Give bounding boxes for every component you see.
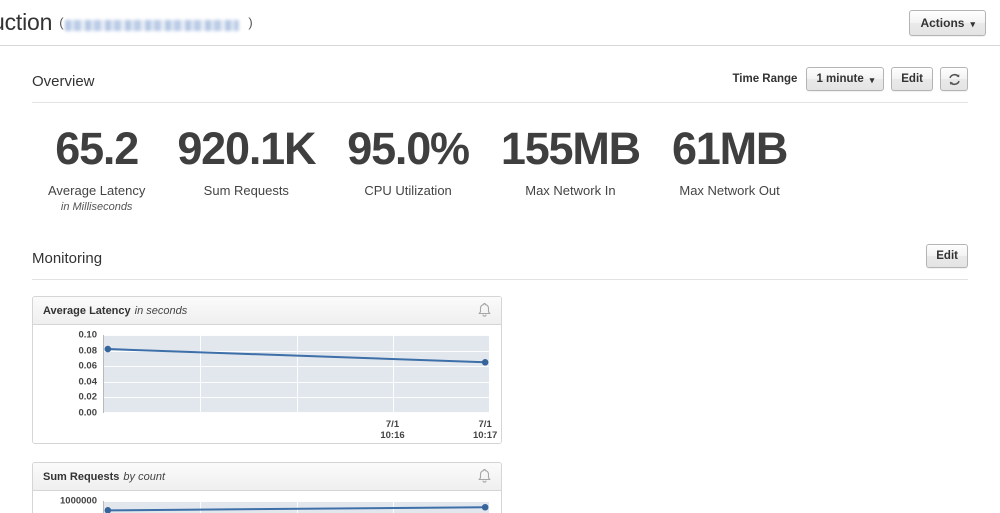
monitoring-edit-button[interactable]: Edit — [926, 244, 968, 268]
chart-header: Average Latency in seconds — [33, 297, 501, 325]
overview-edit-button[interactable]: Edit — [891, 67, 933, 91]
actions-button[interactable]: Actions ▾ — [909, 10, 986, 36]
overview-edit-label: Edit — [901, 73, 923, 85]
x-axis-tick-time: 10:16 — [380, 430, 405, 441]
y-axis-tick-label: 0.00 — [78, 407, 98, 419]
metric-value: 920.1K — [177, 123, 316, 174]
x-axis-tick-date: 7/1 — [478, 419, 492, 430]
actions-button-label: Actions — [920, 16, 965, 30]
y-axis-labels: 0.00 0.02 0.04 0.06 0.08 0.10 — [43, 330, 101, 419]
time-range-label: Time Range — [732, 73, 798, 85]
page-title: uction () — [0, 9, 253, 36]
plot-canvas — [103, 335, 489, 413]
x-axis-labels: 7/1 10:16 7/1 10:17 — [103, 419, 497, 443]
chart-title: Average Latency — [43, 304, 131, 317]
plot-area: 025000050000075000010000007/110:167/110:… — [43, 496, 491, 513]
monitoring-edit-label: Edit — [936, 250, 958, 262]
monitoring-title: Monitoring — [32, 249, 103, 267]
metric-label: Average Latency — [48, 183, 146, 198]
overview-section-header: Overview Time Range 1 minute ▾ Edit — [32, 60, 968, 103]
page-title-paren-open: ( — [59, 15, 64, 30]
metric-label: Sum Requests — [203, 183, 289, 198]
y-axis-tick-label: 0.06 — [78, 360, 98, 372]
page-title-paren-close: ) — [248, 15, 253, 30]
series-points — [104, 503, 489, 513]
metric-value: 65.2 — [55, 123, 139, 174]
chart-body: 025000050000075000010000007/110:167/110:… — [33, 491, 501, 513]
overview-title: Overview — [32, 72, 95, 90]
metric-sublabel: in Milliseconds — [60, 201, 133, 213]
redacted-endpoint-link[interactable] — [65, 20, 240, 31]
refresh-icon — [948, 73, 960, 85]
page-title-text: uction — [0, 9, 53, 35]
refresh-button[interactable] — [940, 67, 968, 91]
metric-max-network-out: 61MB Max Network Out — [656, 125, 803, 201]
metric-label: Max Network In — [525, 183, 616, 198]
x-axis-tick-date: 7/1 — [385, 419, 400, 430]
y-axis-tick-label: 0.10 — [78, 329, 98, 341]
y-axis-labels: 02500005000007500001000000 — [43, 496, 101, 513]
x-axis-tick-label: 7/1 10:17 — [473, 419, 497, 441]
monitoring-chart-grid: Average Latency in seconds 0.00 0.02 0.04 0.0… — [32, 280, 968, 513]
chart-card-average-latency: Average Latency in seconds 0.00 0.02 0.04 0.0… — [32, 296, 502, 444]
chart-body: 0.00 0.02 0.04 0.06 0.08 0.10 7/1 10:16 7/1 10:17 — [33, 325, 501, 443]
metric-average-latency: 65.2 Average Latency in Milliseconds — [32, 123, 161, 214]
y-axis-tick-label: 1000000 — [60, 495, 97, 507]
bell-icon[interactable] — [477, 468, 492, 485]
overview-toolbar: Time Range 1 minute ▾ Edit — [732, 67, 968, 91]
chart-unit: in seconds — [134, 304, 188, 317]
chart-card-sum-requests: Sum Requestsby count 02500005000007500001… — [32, 462, 502, 513]
chevron-down-icon: ▾ — [970, 18, 975, 29]
metric-sum-requests: 920.1K Sum Requests — [161, 125, 331, 201]
y-axis-tick-label: 0.08 — [78, 345, 98, 357]
series-points — [104, 345, 489, 366]
bell-icon[interactable] — [477, 302, 492, 319]
plot-area: 0.00 0.02 0.04 0.06 0.08 0.10 7/1 10:16 7/1 10:17 — [43, 330, 498, 443]
y-axis-tick-label: 0.02 — [78, 391, 98, 403]
chevron-down-icon: ▾ — [869, 74, 875, 85]
page-header: uction () Actions ▾ — [0, 0, 1000, 46]
dashboard-page: uction () Actions ▾ Overview Time Range 1… — [0, 0, 1000, 513]
x-axis-tick-label: 7/1 10:16 — [380, 419, 404, 441]
monitoring-toolbar: Edit — [926, 244, 968, 268]
x-axis-tick-time: 10:17 — [472, 430, 498, 441]
time-range-value: 1 minute — [816, 73, 864, 85]
metric-max-network-in: 155MB Max Network In — [485, 125, 656, 201]
plot-canvas — [103, 501, 489, 513]
chart-title: Sum Requests — [43, 470, 120, 483]
metric-label: Max Network Out — [679, 183, 780, 198]
overview-metrics: 65.2 Average Latency in Milliseconds 920… — [32, 103, 968, 223]
metric-value: 61MB — [671, 123, 788, 174]
metric-value: 155MB — [500, 123, 641, 174]
chart-header: Sum Requests by count — [33, 463, 501, 491]
monitoring-section-header: Monitoring Edit — [32, 237, 968, 280]
metric-label: CPU Utilization — [364, 183, 452, 198]
time-range-dropdown[interactable]: 1 minute ▾ — [806, 67, 885, 91]
metric-cpu-utilization: 95.0% CPU Utilization — [331, 125, 485, 201]
metric-value: 95.0% — [347, 123, 470, 174]
y-axis-tick-label: 0.04 — [78, 376, 98, 388]
chart-unit: by count — [123, 470, 166, 483]
